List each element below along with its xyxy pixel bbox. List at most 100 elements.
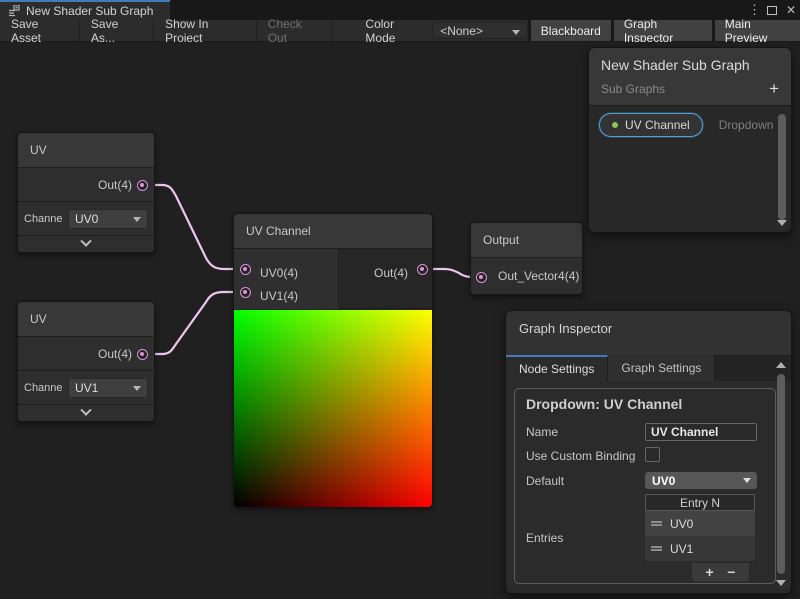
check-out-button: Check Out: [257, 20, 334, 41]
output-node-input-port[interactable]: [476, 272, 487, 283]
main-preview-toggle-button[interactable]: Main Preview: [715, 20, 800, 41]
entries-label: Entries: [526, 529, 645, 546]
input-row: Out_Vector4(4): [471, 258, 582, 294]
default-dropdown[interactable]: UV0: [645, 472, 757, 489]
out-port-label: Out(4): [98, 178, 132, 192]
inspector-tabs: Node Settings Graph Settings: [506, 355, 791, 381]
inspector-scrollbar-thumb[interactable]: [777, 374, 785, 574]
out-port-label: Out(4): [98, 347, 132, 361]
chevron-down-icon: [133, 386, 141, 391]
entry-row-uv0[interactable]: UV0: [645, 511, 755, 536]
uv1-port-label: UV1(4): [260, 289, 298, 303]
name-field-row: Name: [515, 421, 775, 443]
entry-label: UV0: [670, 517, 693, 531]
chevron-down-icon: [133, 217, 141, 222]
uv-gradient-preview: [234, 310, 432, 507]
channel-dropdown[interactable]: UV1: [68, 378, 148, 398]
node-title: UV: [18, 302, 154, 337]
inspector-body: Dropdown: UV Channel Name Use Custom Bin…: [506, 381, 791, 589]
uvchannel-input-port-uv0[interactable]: [240, 264, 251, 275]
uvchannel-input-port-uv1[interactable]: [240, 287, 251, 298]
inspector-title: Graph Inspector: [519, 321, 612, 336]
output-row: Out(4): [18, 168, 154, 202]
entries-list-header: Entry N: [645, 494, 755, 511]
entry-row-uv1[interactable]: UV1: [645, 536, 755, 561]
chevron-down-icon: [80, 404, 91, 415]
channel-label: Channe: [24, 382, 68, 394]
default-field-row: Default UV0: [515, 469, 775, 491]
drag-handle-icon[interactable]: [651, 521, 662, 526]
default-label: Default: [526, 472, 645, 489]
blackboard-scrollbar-thumb[interactable]: [778, 114, 786, 220]
channel-control-row: Channe UV1: [18, 371, 154, 405]
node-output[interactable]: Output Out_Vector4(4): [470, 222, 583, 295]
show-in-project-button[interactable]: Show In Project: [154, 20, 257, 41]
add-entry-button[interactable]: +: [706, 565, 714, 579]
inspector-header: Graph Inspector: [506, 311, 791, 355]
color-mode-label: Color Mode: [333, 20, 432, 41]
property-row: UV Channel Dropdown: [599, 113, 773, 137]
binding-field-row: Use Custom Binding: [515, 443, 775, 469]
color-mode-value: <None>: [440, 24, 483, 38]
chevron-down-icon: [80, 235, 91, 246]
graph-inspector-panel: Graph Inspector Node Settings Graph Sett…: [505, 310, 792, 594]
channel-control-row: Channe UV0: [18, 202, 154, 236]
tab-node-settings[interactable]: Node Settings: [506, 355, 608, 381]
node-uv-channel[interactable]: UV Channel UV0(4) UV1(4) Out(4): [233, 213, 433, 507]
subgraph-icon: [8, 5, 20, 17]
port-rows: UV0(4) UV1(4) Out(4): [234, 249, 432, 309]
property-pill-uv-channel[interactable]: UV Channel: [599, 113, 703, 137]
save-as-button[interactable]: Save As...: [80, 20, 154, 41]
blackboard-toggle-button[interactable]: Blackboard: [531, 20, 611, 41]
uv1-output-port[interactable]: [137, 180, 148, 191]
chevron-down-icon: [743, 478, 751, 483]
out-vector4-port-label: Out_Vector4(4): [498, 269, 579, 283]
name-label: Name: [526, 423, 645, 440]
section-title: Dropdown: UV Channel: [515, 396, 775, 421]
node-title: UV Channel: [234, 214, 432, 249]
scroll-down-icon[interactable]: [777, 220, 787, 226]
chevron-down-icon: [512, 30, 520, 35]
graph-toolbar: Save Asset Save As... Show In Project Ch…: [0, 20, 800, 42]
uv0-port-label: UV0(4): [260, 266, 298, 280]
use-custom-binding-checkbox[interactable]: [645, 447, 660, 462]
remove-entry-button[interactable]: −: [727, 565, 735, 579]
blackboard-title: New Shader Sub Graph: [601, 57, 779, 73]
blackboard-subtitle: Sub Graphs: [601, 82, 779, 96]
output-row: Out(4): [18, 337, 154, 371]
channel-dropdown[interactable]: UV0: [68, 209, 148, 229]
node-uv-1[interactable]: UV Out(4) Channe UV0: [17, 132, 155, 253]
entries-list-footer: + −: [692, 563, 749, 581]
graph-inspector-toggle-button[interactable]: Graph Inspector: [614, 20, 712, 41]
exposed-dot-icon: [612, 122, 618, 128]
out-port-label: Out(4): [374, 266, 408, 280]
entries-field-row: Entries Entry N UV0 UV1 +: [515, 491, 775, 583]
save-asset-button[interactable]: Save Asset: [0, 20, 80, 41]
scroll-down-icon[interactable]: [776, 580, 786, 586]
node-title: UV: [18, 133, 154, 168]
channel-label: Channe: [24, 213, 68, 225]
entry-label: UV1: [670, 542, 693, 556]
color-mode-dropdown[interactable]: <None>: [432, 22, 528, 39]
channel-value: UV0: [75, 212, 98, 226]
drag-handle-icon[interactable]: [651, 546, 662, 551]
property-name: UV Channel: [625, 118, 690, 132]
property-type-label: Dropdown: [719, 118, 774, 132]
dropdown-settings-section: Dropdown: UV Channel Name Use Custom Bin…: [514, 388, 776, 584]
name-input[interactable]: [645, 423, 757, 441]
uv2-output-port[interactable]: [137, 349, 148, 360]
tab-graph-settings[interactable]: Graph Settings: [608, 355, 715, 381]
channel-value: UV1: [75, 381, 98, 395]
default-value: UV0: [652, 474, 675, 488]
add-property-button[interactable]: +: [769, 80, 779, 97]
collapse-preview-button[interactable]: [18, 405, 154, 420]
blackboard-panel: New Shader Sub Graph Sub Graphs + UV Cha…: [588, 47, 792, 233]
node-uv-2[interactable]: UV Out(4) Channe UV1: [17, 301, 155, 422]
node-title: Output: [471, 223, 582, 258]
collapse-preview-button[interactable]: [18, 236, 154, 251]
maximize-icon[interactable]: [767, 6, 777, 15]
shader-graph-window: New Shader Sub Graph ⋮ ✕ Save Asset Save…: [0, 0, 800, 599]
scroll-up-icon[interactable]: [776, 362, 786, 368]
close-icon[interactable]: ✕: [786, 3, 796, 17]
uvchannel-output-port[interactable]: [417, 264, 428, 275]
